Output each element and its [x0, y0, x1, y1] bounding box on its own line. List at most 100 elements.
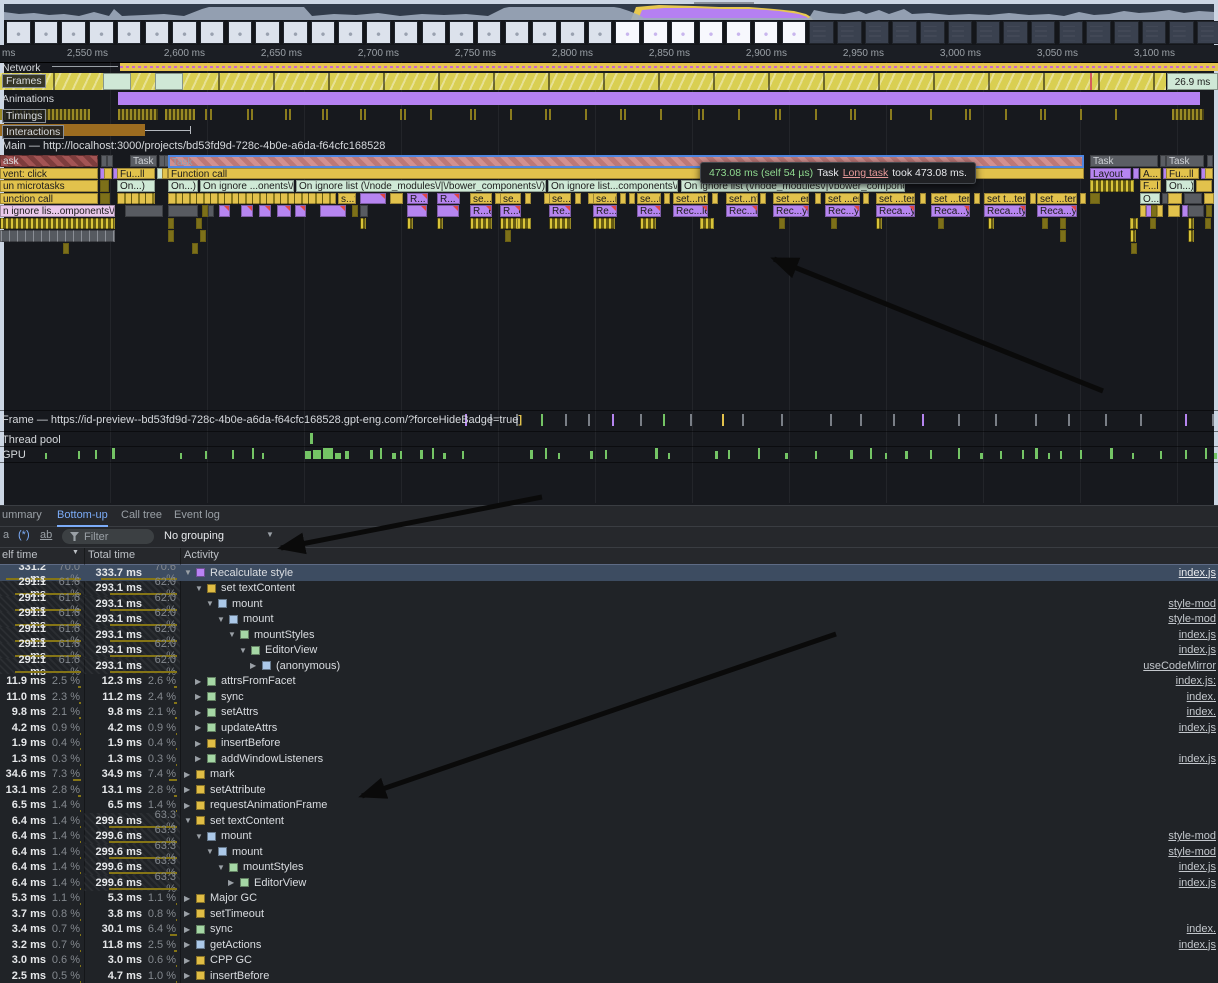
flame-block[interactable]: Fu...ll: [1166, 168, 1199, 180]
flame-block[interactable]: [920, 193, 926, 205]
table-row[interactable]: 4.2 ms0.9 %4.2 ms0.9 %▶updateAttrsindex.…: [0, 720, 1218, 736]
expand-arrow-icon[interactable]: ▶: [184, 925, 195, 934]
expand-arrow-icon[interactable]: ▶: [195, 692, 206, 701]
flame-block[interactable]: [241, 205, 253, 217]
frames-track-label[interactable]: Frames: [2, 74, 46, 88]
flame-block[interactable]: [437, 218, 443, 230]
flame-block[interactable]: se...nt: [593, 193, 617, 205]
sort-descending-icon[interactable]: ▼: [72, 549, 79, 556]
flame-block[interactable]: O...: [1140, 193, 1160, 205]
flame-block[interactable]: [712, 193, 718, 205]
flame-block[interactable]: [815, 193, 821, 205]
network-track-label[interactable]: Network: [2, 62, 41, 74]
flame-block[interactable]: Rec...yle: [773, 205, 809, 217]
flame-block[interactable]: [938, 218, 944, 230]
flame-block[interactable]: [988, 218, 994, 230]
flame-block[interactable]: [125, 205, 163, 217]
table-row[interactable]: 3.7 ms0.8 %3.8 ms0.8 %▶setTimeout: [0, 906, 1218, 922]
collapse-arrow-icon[interactable]: ▼: [195, 832, 206, 841]
flame-block[interactable]: [390, 193, 403, 205]
flame-block[interactable]: [525, 193, 531, 205]
expand-arrow-icon[interactable]: ▶: [228, 878, 239, 887]
frame-track-header[interactable]: Frame — https://id-preview--bd53fd9d-728…: [2, 414, 522, 426]
flame-block[interactable]: [1204, 193, 1214, 205]
table-row[interactable]: 291.1 ms61.6 %293.1 ms62.0 %▼EditorViewi…: [0, 643, 1218, 659]
collapse-arrow-icon[interactable]: ▼: [217, 615, 228, 624]
flame-block[interactable]: [320, 205, 346, 217]
collapse-arrow-icon[interactable]: ▼: [228, 630, 239, 639]
flame-block[interactable]: [1060, 230, 1066, 242]
flame-block[interactable]: [259, 205, 271, 217]
expand-arrow-icon[interactable]: ▶: [195, 754, 206, 763]
tab-ummary[interactable]: ummary: [2, 506, 42, 525]
flame-block[interactable]: [360, 193, 386, 205]
flame-block[interactable]: Fu...ll: [117, 168, 155, 180]
flame-block[interactable]: Re...le: [637, 205, 661, 217]
flame-block[interactable]: [168, 205, 198, 217]
table-row[interactable]: 1.3 ms0.3 %1.3 ms0.3 %▶addWindowListener…: [0, 751, 1218, 767]
flame-block[interactable]: [1196, 180, 1212, 192]
collapse-arrow-icon[interactable]: ▼: [184, 816, 195, 825]
collapse-arrow-icon[interactable]: ▼: [239, 646, 250, 655]
flame-block[interactable]: [620, 193, 626, 205]
collapse-arrow-icon[interactable]: ▼: [184, 568, 195, 577]
flame-block[interactable]: [196, 218, 202, 230]
tab-call-tree[interactable]: Call tree: [121, 506, 162, 525]
activity-column-header[interactable]: Activity: [184, 549, 219, 561]
thread-pool-track-label[interactable]: Thread pool: [2, 434, 61, 446]
flame-block[interactable]: set t...tent: [984, 193, 1026, 205]
flame-block[interactable]: vent: click: [0, 168, 98, 180]
expand-arrow-icon[interactable]: ▶: [184, 785, 195, 794]
table-row[interactable]: 1.9 ms0.4 %1.9 ms0.4 %▶insertBefore: [0, 736, 1218, 752]
source-link[interactable]: index.js: [1179, 644, 1218, 656]
flame-block[interactable]: set ...tent: [931, 193, 970, 205]
flame-block[interactable]: Reca...yle: [1037, 205, 1077, 217]
regex-icon[interactable]: (*): [18, 529, 30, 541]
source-link[interactable]: index.js: [1179, 753, 1218, 765]
table-row[interactable]: 9.8 ms2.1 %9.8 ms2.1 %▶setAttrsindex.: [0, 705, 1218, 721]
source-link[interactable]: index.: [1187, 691, 1218, 703]
flame-block[interactable]: [1131, 243, 1137, 255]
source-link[interactable]: index.js: [1179, 722, 1218, 734]
source-link[interactable]: style-mod: [1168, 598, 1218, 610]
table-row[interactable]: 6.4 ms1.4 %299.6 ms63.3 %▼mountStylesind…: [0, 860, 1218, 876]
expand-arrow-icon[interactable]: ▶: [184, 770, 195, 779]
flame-block[interactable]: [168, 230, 174, 242]
flame-block[interactable]: [1130, 218, 1138, 230]
flame-block[interactable]: [470, 218, 492, 230]
flame-block[interactable]: [437, 205, 459, 217]
flame-block[interactable]: [0, 218, 115, 230]
flame-block[interactable]: On...): [168, 180, 198, 192]
source-link[interactable]: useCodeMirror: [1143, 660, 1218, 672]
match-whole-word-icon[interactable]: ab: [40, 529, 52, 541]
collapse-arrow-icon[interactable]: ▼: [217, 863, 228, 872]
flame-block[interactable]: un microtasks: [0, 180, 98, 192]
flame-block[interactable]: A...: [1140, 168, 1161, 180]
table-row[interactable]: 6.4 ms1.4 %299.6 ms63.3 %▶EditorViewinde…: [0, 875, 1218, 891]
flame-block[interactable]: [517, 218, 531, 230]
source-link[interactable]: index.js:: [1176, 675, 1218, 687]
flame-block[interactable]: [168, 218, 174, 230]
match-case-icon[interactable]: a: [3, 529, 9, 541]
flame-block[interactable]: [107, 155, 113, 167]
table-row[interactable]: 291.1 ms61.6 %293.1 ms62.0 %▼mountStyles…: [0, 627, 1218, 643]
flame-block[interactable]: R...e: [470, 205, 492, 217]
flame-block[interactable]: [876, 218, 882, 230]
flame-block[interactable]: [1090, 180, 1134, 192]
flame-block[interactable]: Rec...le: [726, 205, 758, 217]
table-row[interactable]: 291.1 ms61.6 %293.1 ms62.0 %▶(anonymous)…: [0, 658, 1218, 674]
detail-tabbar[interactable]: ummaryBottom-upCall treeEvent log: [0, 506, 1218, 527]
table-row[interactable]: 291.1 ms61.6 %293.1 ms62.0 %▼mountstyle-…: [0, 596, 1218, 612]
table-row[interactable]: 6.5 ms1.4 %6.5 ms1.4 %▶requestAnimationF…: [0, 798, 1218, 814]
flame-block[interactable]: Reca...yle: [931, 205, 970, 217]
flame-block[interactable]: [700, 218, 714, 230]
flame-block[interactable]: [1060, 218, 1066, 230]
flame-block[interactable]: [1090, 193, 1100, 205]
source-link[interactable]: index.js: [1179, 877, 1218, 889]
flame-block[interactable]: [640, 218, 656, 230]
flame-block[interactable]: [1205, 218, 1211, 230]
table-row[interactable]: 3.2 ms0.7 %11.8 ms2.5 %▶getActionsindex.…: [0, 937, 1218, 953]
timings-track-label[interactable]: Timings: [2, 109, 46, 123]
flame-block[interactable]: se...t: [500, 193, 521, 205]
expand-arrow-icon[interactable]: ▶: [184, 894, 195, 903]
